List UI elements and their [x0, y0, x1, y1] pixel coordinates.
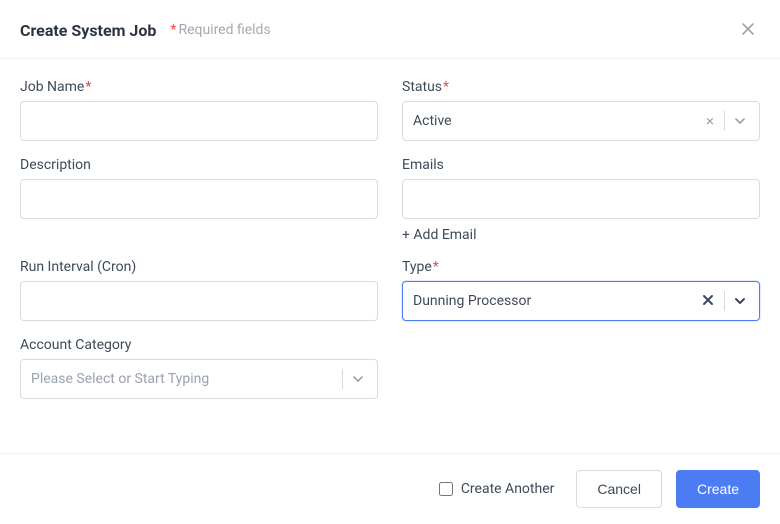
- dialog-title: Create System Job: [20, 21, 156, 40]
- label-emails: Emails: [402, 157, 760, 173]
- field-type: Type* Dunning Processor: [402, 259, 760, 321]
- run-interval-input[interactable]: [20, 281, 378, 321]
- label-status: Status*: [402, 79, 760, 95]
- status-select[interactable]: Active ×: [402, 101, 760, 141]
- chevron-down-icon[interactable]: [347, 372, 369, 386]
- dialog-header: Create System Job *Required fields: [0, 0, 780, 59]
- field-account-category: Account Category Please Select or Start …: [20, 337, 378, 399]
- field-job-name: Job Name*: [20, 79, 378, 141]
- dialog-footer: Create Another Cancel Create: [0, 453, 780, 524]
- field-run-interval: Run Interval (Cron): [20, 259, 378, 321]
- cancel-button[interactable]: Cancel: [576, 470, 662, 508]
- select-divider: [342, 369, 343, 389]
- field-status: Status* Active ×: [402, 79, 760, 141]
- label-description: Description: [20, 157, 378, 173]
- clear-icon[interactable]: ×: [700, 114, 720, 129]
- create-another-checkbox[interactable]: [439, 482, 453, 496]
- label-account-category: Account Category: [20, 337, 378, 353]
- clear-icon[interactable]: [696, 294, 720, 309]
- label-run-interval: Run Interval (Cron): [20, 259, 378, 275]
- account-category-select[interactable]: Please Select or Start Typing: [20, 359, 378, 399]
- chevron-down-icon[interactable]: [729, 294, 751, 308]
- required-asterisk: *: [443, 79, 449, 95]
- create-another-label: Create Another: [461, 481, 555, 497]
- close-icon[interactable]: [736, 16, 760, 44]
- asterisk-icon: *: [170, 22, 176, 38]
- description-input[interactable]: [20, 179, 378, 219]
- status-value: Active: [413, 113, 700, 129]
- required-fields-note: *Required fields: [170, 22, 270, 38]
- form-body: Job Name* Status* Active × Description E…: [0, 59, 780, 415]
- type-select[interactable]: Dunning Processor: [402, 281, 760, 321]
- required-asterisk: *: [433, 259, 439, 275]
- account-category-placeholder: Please Select or Start Typing: [31, 371, 338, 387]
- select-divider: [724, 291, 725, 311]
- add-email-button[interactable]: + Add Email: [402, 227, 760, 243]
- field-description: Description: [20, 157, 378, 243]
- label-type: Type*: [402, 259, 760, 275]
- create-another-row[interactable]: Create Another: [439, 481, 555, 497]
- create-button[interactable]: Create: [676, 470, 760, 508]
- required-asterisk: *: [85, 79, 91, 95]
- emails-input[interactable]: [402, 179, 760, 219]
- job-name-input[interactable]: [20, 101, 378, 141]
- chevron-down-icon[interactable]: [729, 114, 751, 128]
- select-divider: [724, 111, 725, 131]
- type-value: Dunning Processor: [413, 293, 696, 309]
- label-job-name: Job Name*: [20, 79, 378, 95]
- field-emails: Emails + Add Email: [402, 157, 760, 243]
